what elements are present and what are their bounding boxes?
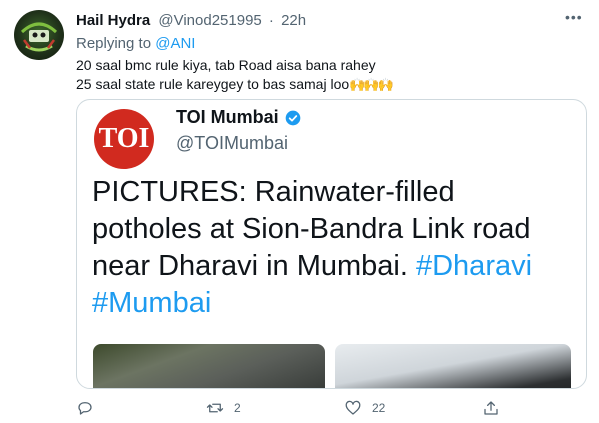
header-separator: ·	[268, 12, 274, 29]
replying-to-handle[interactable]: @ANI	[155, 35, 195, 52]
retweet-icon	[206, 403, 224, 413]
tweet-text: 20 saal bmc rule kiya, tab Road aisa ban…	[76, 56, 394, 94]
hashtag-dharavi[interactable]: #Dharavi	[416, 250, 532, 282]
like-count: 22	[372, 401, 386, 415]
tweet-text-line2: 25 saal state rule kareygey to bas samaj…	[76, 76, 350, 92]
share-button[interactable]	[482, 399, 500, 417]
replying-to: Replying to @ANI	[76, 35, 195, 52]
avatar-art	[20, 22, 58, 52]
author-name[interactable]: Hail Hydra	[76, 12, 150, 29]
like-icon	[345, 400, 361, 415]
quoted-author[interactable]: TOI Mumbai	[176, 107, 301, 128]
tweet-text-line2-wrap: 25 saal state rule kareygey to bas samaj…	[76, 75, 394, 94]
quoted-tweet-text: PICTURES: Rainwater-filled potholes at S…	[92, 174, 572, 322]
quoted-photo-2[interactable]	[335, 344, 571, 388]
like-button[interactable]: 22	[344, 399, 385, 417]
hashtag-mumbai[interactable]: #Mumbai	[92, 287, 211, 319]
author-avatar[interactable]	[14, 10, 64, 60]
reply-button[interactable]	[76, 399, 104, 417]
share-icon	[484, 401, 498, 415]
retweet-button[interactable]: 2	[206, 399, 241, 417]
quoted-author-handle[interactable]: @TOIMumbai	[176, 133, 288, 154]
replying-prefix: Replying to	[76, 35, 152, 52]
tweet-header: Hail Hydra @Vinod251995 · 22h	[76, 12, 306, 29]
toi-logo[interactable]: TOI	[94, 109, 154, 169]
quoted-tweet-card[interactable]: TOI TOI Mumbai @TOIMumbai PICTURES: Rain…	[76, 99, 587, 389]
tweet-action-bar: 2 22	[0, 399, 599, 419]
quoted-author-name[interactable]: TOI Mumbai	[176, 107, 279, 128]
more-icon[interactable]: •••	[565, 9, 583, 25]
reply-icon	[78, 402, 92, 415]
tweet-time[interactable]: 22h	[281, 12, 306, 29]
quoted-photo-1[interactable]	[93, 344, 325, 388]
tweet-text-line1: 20 saal bmc rule kiya, tab Road aisa ban…	[76, 57, 376, 73]
retweet-count: 2	[234, 401, 241, 415]
verified-icon	[285, 110, 301, 125]
raised-hands-emoji: 🙌🙌🙌	[349, 77, 394, 92]
author-handle[interactable]: @Vinod251995	[158, 12, 261, 29]
